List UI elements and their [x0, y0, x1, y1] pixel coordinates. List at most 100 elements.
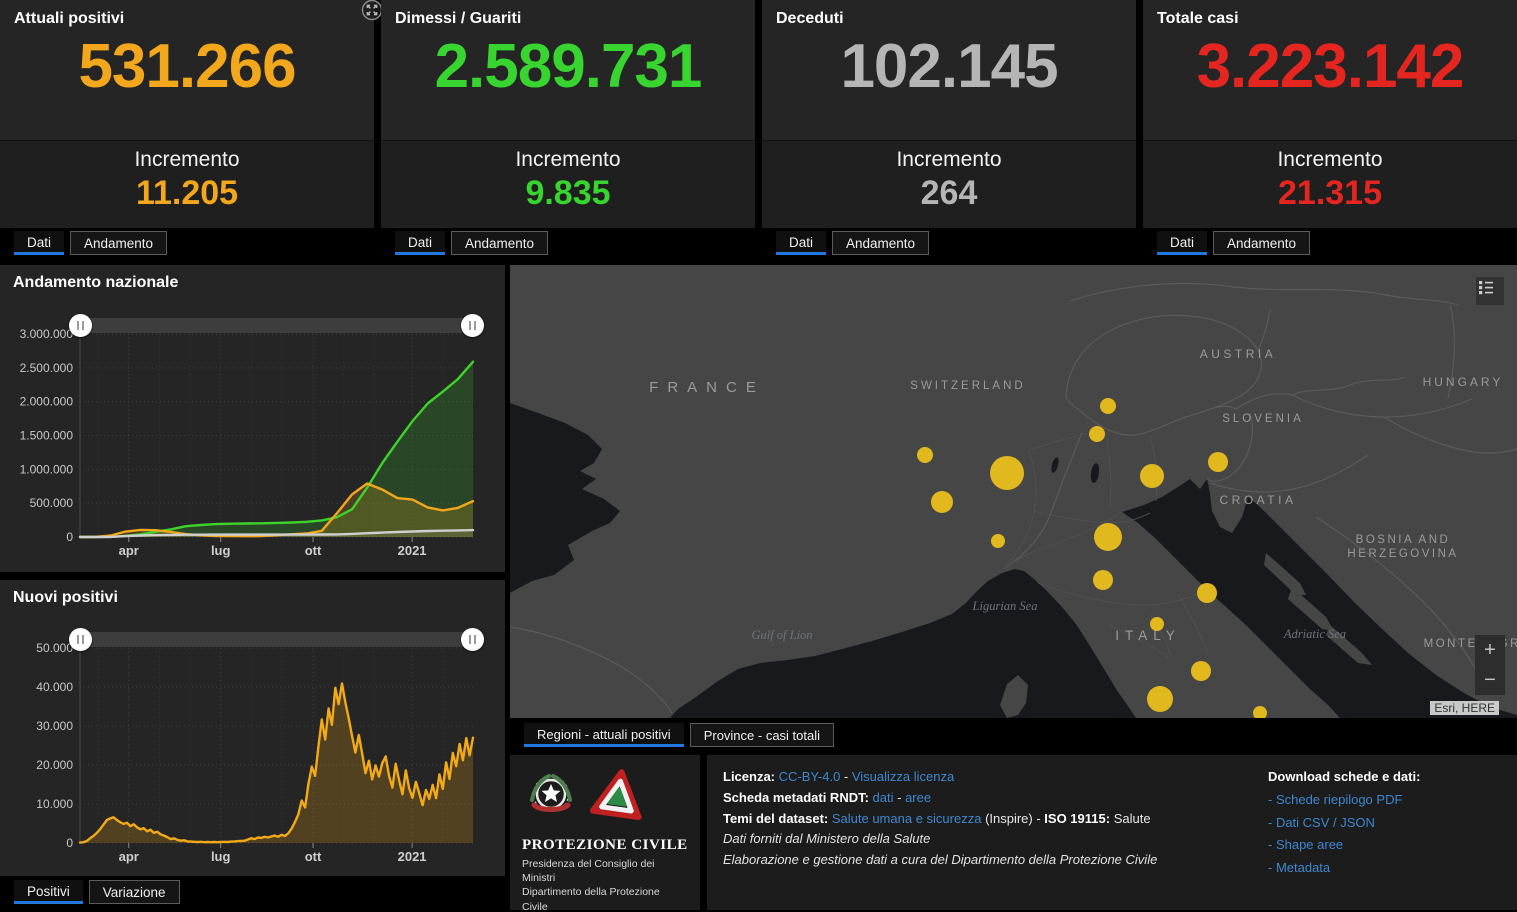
card-title: Deceduti — [762, 0, 1136, 28]
tab-regioni[interactable]: Regioni - attuali positivi — [524, 723, 684, 747]
svg-text:ott: ott — [305, 543, 322, 558]
tab-andamento[interactable]: Andamento — [70, 231, 167, 255]
tab-variazione[interactable]: Variazione — [89, 880, 180, 904]
andamento-nazionale-chart: 0500.0001.000.0001.500.0002.000.0002.500… — [0, 265, 505, 572]
svg-text:30.000: 30.000 — [36, 719, 73, 733]
nuovi-positivi-chart: 010.00020.00030.00040.00050.000aprlugott… — [0, 580, 505, 876]
region-bubble[interactable] — [1147, 686, 1173, 712]
panel-andamento-nazionale: Andamento nazionale 0500.0001.000.0001.5… — [0, 265, 505, 572]
svg-text:apr: apr — [119, 543, 139, 558]
protezione-civile-triangle-logo — [590, 767, 646, 830]
region-bubble[interactable] — [931, 491, 953, 513]
time-range-slider[interactable] — [80, 632, 473, 647]
svg-text:ITALY: ITALY — [1115, 628, 1181, 643]
italy-emblem-logo — [522, 767, 580, 830]
card-title: Attuali positivi — [0, 0, 374, 28]
slider-handle-right[interactable] — [461, 314, 484, 337]
download-metadata-link[interactable]: - Metadata — [1268, 858, 1508, 879]
card-value: 531.266 — [0, 36, 374, 98]
nuovi-positivi-tab-bar: Positivi Variazione — [0, 877, 180, 904]
increment-label: Incremento — [0, 148, 374, 172]
increment-value: 21.315 — [1143, 174, 1517, 213]
logo-org-name: PROTEZIONE CIVILE — [522, 837, 688, 854]
slider-handle-left[interactable] — [69, 628, 92, 651]
view-license-link[interactable]: Visualizza licenza — [852, 769, 954, 784]
svg-text:Gulf of Lion: Gulf of Lion — [751, 628, 812, 642]
tab-province[interactable]: Province - casi totali — [690, 723, 834, 747]
svg-text:2.500.000: 2.500.000 — [20, 361, 74, 375]
svg-text:10.000: 10.000 — [36, 797, 73, 811]
card-tab-bar: Dati Andamento — [0, 228, 374, 255]
salute-umana-link[interactable]: Salute umana e sicurezza — [832, 811, 982, 826]
card-deceduti: Deceduti 102.145 Incremento 264 Dati And… — [762, 0, 1136, 255]
svg-text:0: 0 — [66, 836, 73, 850]
tab-positivi[interactable]: Positivi — [14, 880, 83, 904]
card-value: 3.223.142 — [1143, 36, 1517, 98]
region-bubble[interactable] — [1208, 452, 1228, 472]
stat-cards-row: Attuali positivi 531.266 Incremento 11.2… — [0, 0, 1517, 255]
download-section: Download schede e dati: - Schede riepilo… — [1268, 767, 1508, 879]
map-attribution: Esri, HERE — [1430, 701, 1499, 715]
svg-text:Ligurian Sea: Ligurian Sea — [972, 599, 1038, 613]
download-pdf-link[interactable]: - Schede riepilogo PDF — [1268, 790, 1508, 811]
dashboard: Attuali positivi 531.266 Incremento 11.2… — [0, 0, 1517, 912]
legend-icon[interactable] — [1476, 277, 1504, 305]
svg-text:2.000.000: 2.000.000 — [20, 395, 74, 409]
svg-text:SWITZERLAND: SWITZERLAND — [910, 380, 1025, 392]
svg-text:HUNGARY: HUNGARY — [1423, 375, 1504, 389]
card-dimessi-guariti: Dimessi / Guariti 2.589.731 Incremento 9… — [381, 0, 755, 255]
svg-text:lug: lug — [211, 849, 231, 864]
region-bubble[interactable] — [990, 456, 1024, 490]
svg-text:HERZEGOVINA: HERZEGOVINA — [1347, 548, 1458, 560]
svg-text:40.000: 40.000 — [36, 680, 73, 694]
card-title: Totale casi — [1143, 0, 1517, 28]
tab-andamento[interactable]: Andamento — [1213, 231, 1310, 255]
card-value: 102.145 — [762, 36, 1136, 98]
region-bubble[interactable] — [1093, 570, 1113, 590]
region-bubble[interactable] — [1191, 661, 1211, 681]
download-shape-link[interactable]: - Shape aree — [1268, 835, 1508, 856]
download-csv-json-link[interactable]: - Dati CSV / JSON — [1268, 813, 1508, 834]
slider-handle-left[interactable] — [69, 314, 92, 337]
region-bubble[interactable] — [1150, 617, 1164, 631]
expand-icon[interactable] — [361, 0, 383, 21]
card-tab-bar: Dati Andamento — [762, 228, 1136, 255]
tab-andamento[interactable]: Andamento — [451, 231, 548, 255]
increment-value: 9.835 — [381, 174, 755, 213]
zoom-in-button[interactable]: + — [1475, 635, 1505, 665]
svg-text:apr: apr — [119, 849, 139, 864]
map-zoom-control: + − — [1475, 635, 1505, 695]
tab-dati[interactable]: Dati — [1157, 231, 1207, 255]
region-bubble[interactable] — [1140, 464, 1164, 488]
panel-nuovi-positivi: Nuovi positivi 010.00020.00030.00040.000… — [0, 580, 505, 876]
increment-label: Incremento — [381, 148, 755, 172]
tab-andamento[interactable]: Andamento — [832, 231, 929, 255]
rndt-dati-link[interactable]: dati — [873, 790, 894, 805]
map-canvas[interactable]: FRANCESWITZERLANDAUSTRIAHUNGARYSLOVENIAC… — [510, 265, 1517, 718]
card-increment-section: Incremento 9.835 — [381, 140, 755, 228]
tab-dati[interactable]: Dati — [395, 231, 445, 255]
svg-text:2021: 2021 — [398, 849, 427, 864]
license-link[interactable]: CC-BY-4.0 — [779, 769, 841, 784]
slider-handle-right[interactable] — [461, 628, 484, 651]
region-bubble[interactable] — [1089, 426, 1105, 442]
italy-bubble-map[interactable]: FRANCESWITZERLANDAUSTRIAHUNGARYSLOVENIAC… — [510, 265, 1517, 718]
tab-dati[interactable]: Dati — [14, 231, 64, 255]
region-bubble[interactable] — [917, 447, 933, 463]
svg-text:ott: ott — [305, 849, 322, 864]
panel-title: Nuovi positivi — [13, 589, 118, 607]
zoom-out-button[interactable]: − — [1475, 665, 1505, 695]
card-increment-section: Incremento 11.205 — [0, 140, 374, 228]
region-bubble[interactable] — [1094, 523, 1122, 551]
tab-dati[interactable]: Dati — [776, 231, 826, 255]
increment-value: 264 — [762, 174, 1136, 213]
svg-text:lug: lug — [211, 543, 231, 558]
card-tab-bar: Dati Andamento — [1143, 228, 1517, 255]
region-bubble[interactable] — [1100, 398, 1116, 414]
license-info-panel: Licenza: CC-BY-4.0 - Visualizza licenza … — [707, 755, 1517, 910]
card-title: Dimessi / Guariti — [381, 0, 755, 28]
region-bubble[interactable] — [991, 534, 1005, 548]
time-range-slider[interactable] — [80, 318, 473, 333]
rndt-aree-link[interactable]: aree — [905, 790, 931, 805]
region-bubble[interactable] — [1197, 583, 1217, 603]
